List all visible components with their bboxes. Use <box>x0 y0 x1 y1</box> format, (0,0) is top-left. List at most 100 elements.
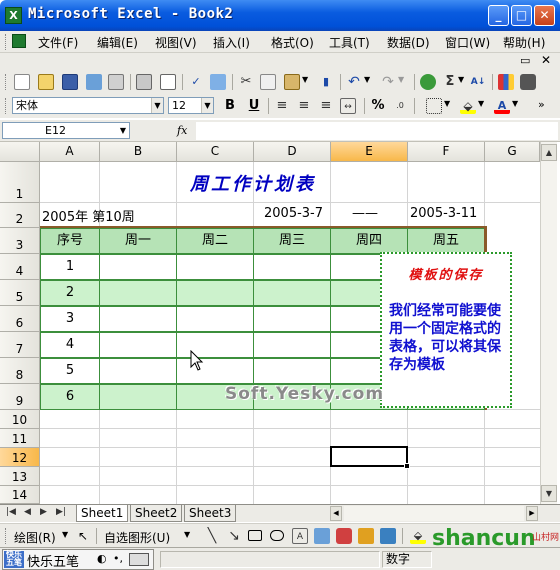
increase-decimal-icon[interactable]: .0 <box>392 98 408 114</box>
excel-icon[interactable]: X <box>5 7 22 24</box>
align-center-icon[interactable]: ≡ <box>296 98 312 114</box>
table-cell[interactable]: 2 <box>40 280 100 306</box>
table-cell[interactable]: 4 <box>40 332 100 358</box>
toolbar-grip[interactable] <box>5 98 8 114</box>
chevron-down-icon[interactable]: ▼ <box>201 98 213 113</box>
print-preview-icon[interactable] <box>160 74 176 90</box>
chevron-down-icon[interactable]: ▼ <box>117 123 129 138</box>
redo-icon[interactable]: ↷ <box>380 74 396 90</box>
undo-icon[interactable]: ↶ <box>346 74 362 90</box>
cell-start-date[interactable]: 2005-3-7 <box>264 206 323 221</box>
select-all-corner[interactable] <box>0 142 40 162</box>
table-cell[interactable] <box>176 280 254 306</box>
menu-help[interactable]: 帮助(H) <box>503 34 545 51</box>
minimize-button[interactable]: _ <box>488 5 509 26</box>
row-header-2[interactable]: 2 <box>0 203 40 228</box>
maximize-button[interactable]: □ <box>511 5 532 26</box>
moon-icon[interactable]: ◐ <box>97 552 107 565</box>
fill-handle[interactable] <box>404 463 410 469</box>
row-header-14[interactable]: 14 <box>0 486 40 504</box>
sort-ascending-icon[interactable]: A↓ <box>470 74 486 90</box>
table-header-cell[interactable]: 周五 <box>407 228 485 254</box>
row-header-6[interactable]: 6 <box>0 306 40 332</box>
fill-color-icon[interactable]: ⬙ <box>460 98 476 114</box>
font-size-select[interactable]: 12 ▼ <box>168 97 214 114</box>
table-cell[interactable]: 1 <box>40 254 100 280</box>
row-header-4[interactable]: 4 <box>0 254 40 280</box>
column-header-e[interactable]: E <box>331 142 408 162</box>
cell-year-week[interactable]: 2005年 第10周 <box>42 206 135 225</box>
table-cell[interactable] <box>99 358 177 384</box>
autoshapes-dropdown-icon[interactable]: ▼ <box>184 530 190 539</box>
vertical-scrollbar[interactable]: ▲ ▼ <box>540 142 557 504</box>
wordart-icon[interactable] <box>314 528 330 544</box>
menu-insert[interactable]: 插入(I) <box>213 34 250 51</box>
paste-icon[interactable] <box>284 74 300 90</box>
line-icon[interactable]: ╲ <box>204 528 220 544</box>
autoshapes-menu[interactable]: 自选图形(U) <box>104 529 170 546</box>
row-header-5[interactable]: 5 <box>0 280 40 306</box>
menu-grip[interactable] <box>5 34 8 50</box>
table-cell[interactable]: 3 <box>40 306 100 332</box>
row-header-1[interactable]: 1 <box>0 162 40 203</box>
copy-icon[interactable] <box>260 74 276 90</box>
column-header-a[interactable]: A <box>40 142 100 162</box>
autosum-icon[interactable]: Σ <box>442 74 458 90</box>
cut-icon[interactable]: ✂ <box>238 74 254 90</box>
hyperlink-icon[interactable] <box>420 74 436 90</box>
document-icon[interactable] <box>12 34 26 48</box>
row-header-8[interactable]: 8 <box>0 358 40 384</box>
research-icon[interactable] <box>210 74 226 90</box>
tab-sheet1[interactable]: Sheet1 <box>76 505 129 522</box>
merge-center-icon[interactable]: ↔ <box>340 98 356 114</box>
row-header-11[interactable]: 11 <box>0 429 40 448</box>
permission-icon[interactable] <box>86 74 102 90</box>
paste-dropdown-icon[interactable]: ▼ <box>302 75 308 84</box>
next-sheet-icon[interactable]: ▶ <box>40 507 47 517</box>
oval-icon[interactable] <box>270 530 284 541</box>
email-icon[interactable] <box>108 74 124 90</box>
row-header-9[interactable]: 9 <box>0 384 40 410</box>
clipart-icon[interactable] <box>358 528 374 544</box>
toolbar-options-icon[interactable]: » <box>538 98 545 111</box>
chevron-down-icon[interactable]: ▼ <box>151 98 163 113</box>
toolbar-grip[interactable] <box>5 74 8 90</box>
table-cell[interactable] <box>253 280 331 306</box>
close-button[interactable]: ✕ <box>534 5 555 26</box>
select-objects-icon[interactable]: ↖ <box>78 529 88 543</box>
menu-tools[interactable]: 工具(T) <box>329 34 370 51</box>
keyboard-icon[interactable] <box>129 553 149 566</box>
format-painter-icon[interactable]: ▮ <box>318 74 334 90</box>
horizontal-scrollbar[interactable] <box>344 506 524 521</box>
table-cell[interactable] <box>176 254 254 280</box>
bold-button[interactable]: B <box>222 98 238 114</box>
tab-sheet2[interactable]: Sheet2 <box>130 505 183 522</box>
rectangle-icon[interactable] <box>248 530 262 541</box>
toolbar-grip[interactable] <box>5 528 8 544</box>
punctuation-icon[interactable]: •, <box>113 552 123 565</box>
borders-icon[interactable] <box>426 98 442 114</box>
column-header-c[interactable]: C <box>177 142 254 162</box>
column-header-b[interactable]: B <box>100 142 177 162</box>
column-header-g[interactable]: G <box>485 142 540 162</box>
scroll-up-icon[interactable]: ▲ <box>541 144 557 161</box>
table-cell[interactable] <box>253 254 331 280</box>
draw-fill-color-icon[interactable]: ⬙ <box>410 528 426 544</box>
active-cell-e12[interactable] <box>330 446 408 467</box>
row-header-7[interactable]: 7 <box>0 332 40 358</box>
formula-input[interactable] <box>196 122 558 140</box>
draw-menu[interactable]: 绘图(R) <box>14 529 56 546</box>
table-cell[interactable] <box>176 306 254 332</box>
doc-close-icon[interactable]: ✕ <box>541 53 551 67</box>
spelling-icon[interactable]: ✓ <box>188 74 204 90</box>
font-color-icon[interactable]: A <box>494 98 510 114</box>
print-icon[interactable] <box>136 74 152 90</box>
table-cell[interactable] <box>253 332 331 358</box>
table-cell[interactable] <box>99 332 177 358</box>
redo-dropdown-icon[interactable]: ▼ <box>398 75 404 84</box>
menu-file[interactable]: 文件(F) <box>38 34 78 51</box>
table-header-cell[interactable]: 序号 <box>40 228 100 254</box>
menu-data[interactable]: 数据(D) <box>387 34 430 51</box>
row-header-3[interactable]: 3 <box>0 228 40 254</box>
menu-view[interactable]: 视图(V) <box>155 34 197 51</box>
